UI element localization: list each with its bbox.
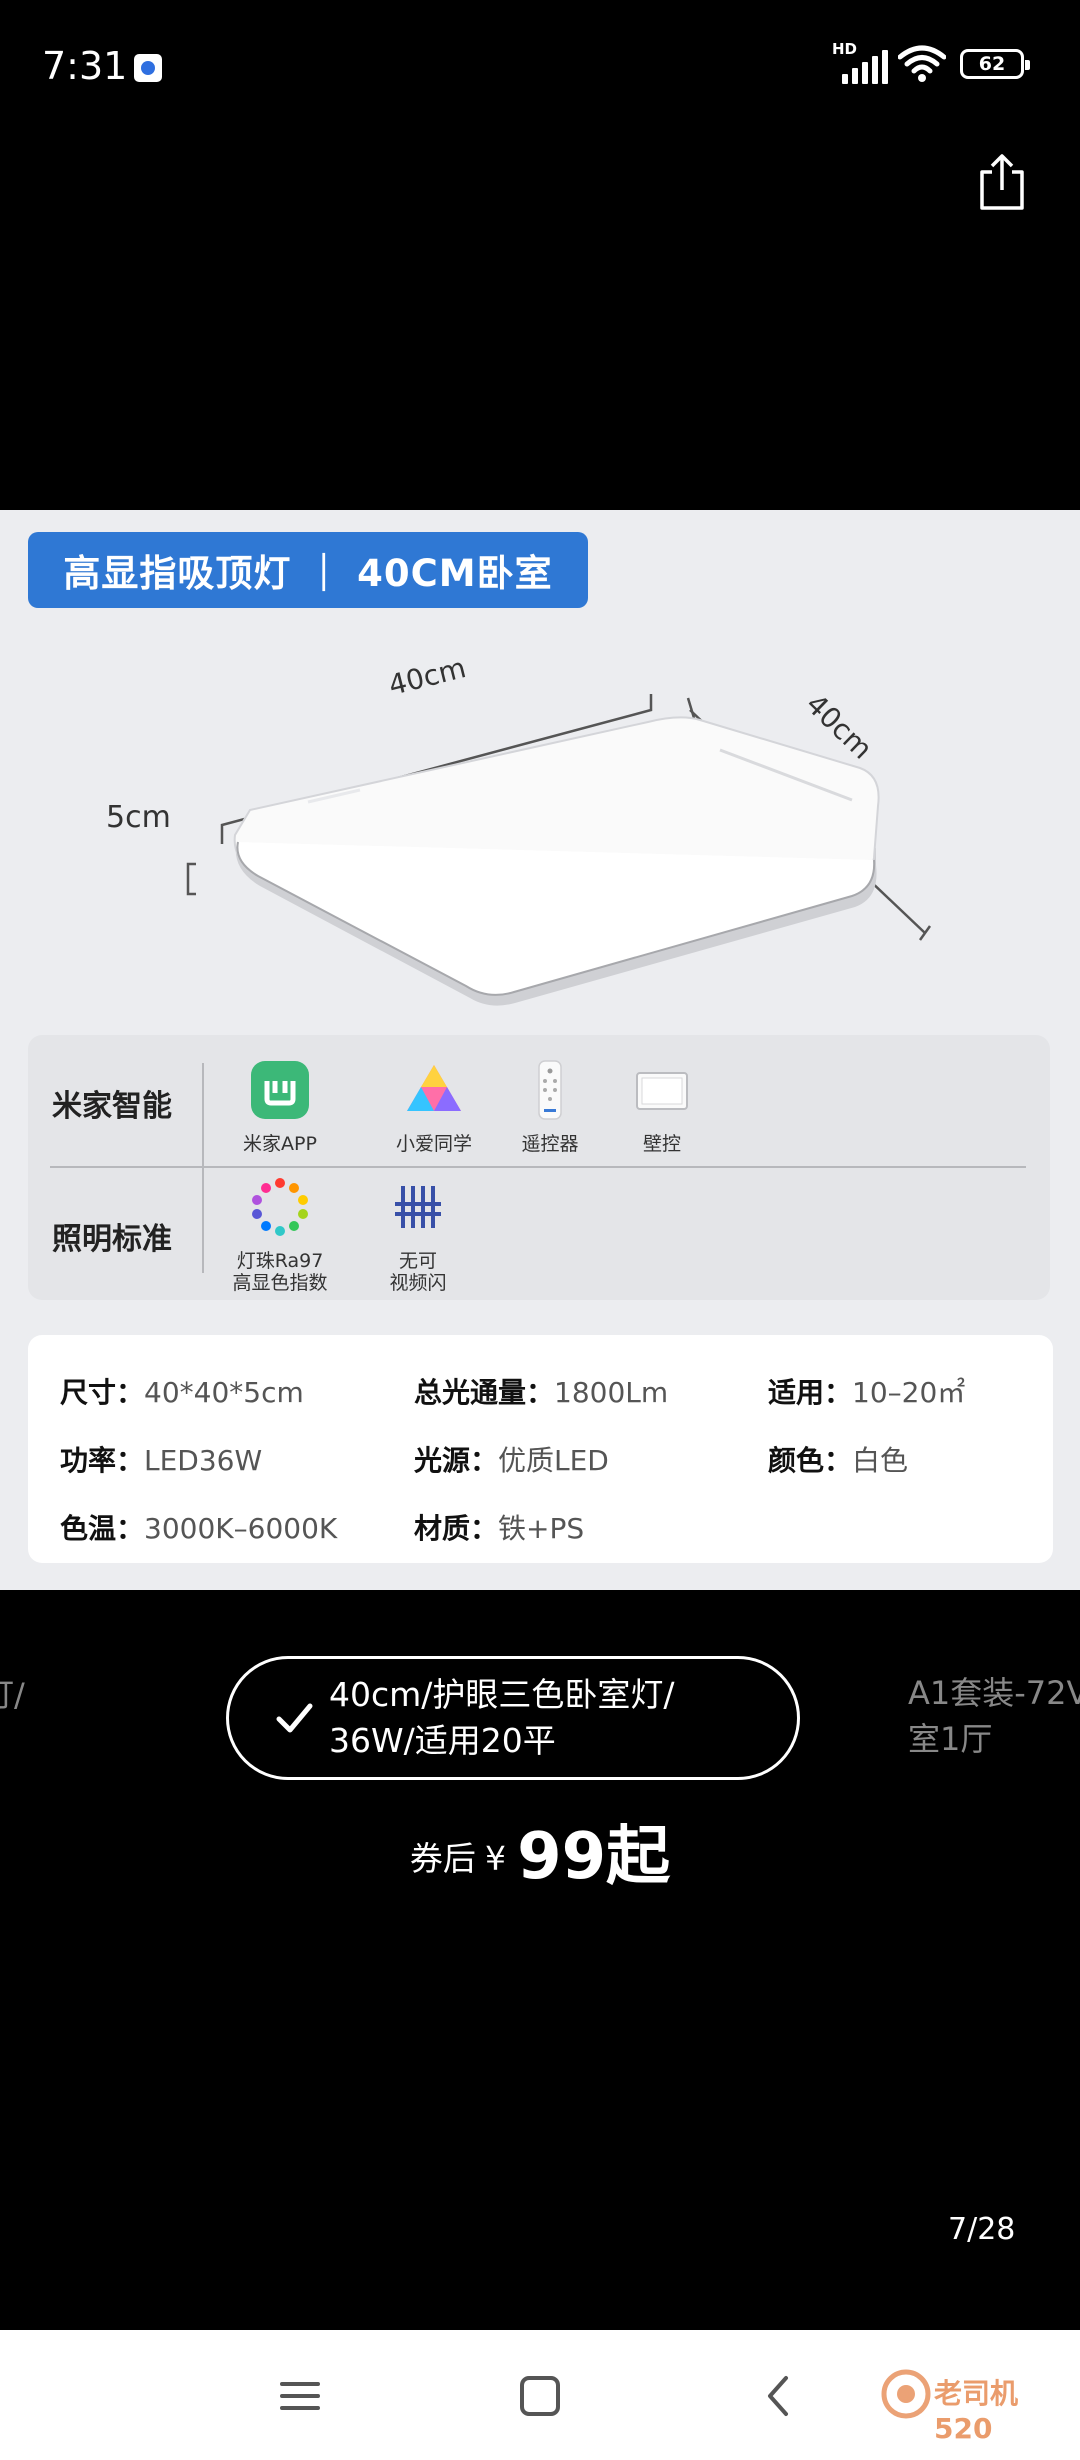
xiaoai-icon [407,1065,461,1111]
remote-control-icon [538,1060,562,1120]
spec-temperature: 色温：3000K–6000K [60,1512,338,1545]
variant-option-previous[interactable]: 灯/ [0,1670,25,1716]
specs-card: 尺寸：40*40*5cm 总光通量：1800Lm 适用：10–20㎡ 功率：LE… [28,1335,1053,1563]
wifi-icon [898,45,946,82]
menu-icon[interactable] [272,2368,328,2424]
feature-ra97: 灯珠Ra97 高显色指数 [220,1176,340,1294]
feature-xiaoai: 小爱同学 [374,1059,494,1155]
feature-wall-switch: 壁控 [602,1059,722,1155]
price-currency: ¥ [484,1839,506,1878]
spec-size: 尺寸：40*40*5cm [60,1376,304,1409]
variant-next-line1: A1套装-72V [908,1674,1080,1712]
variant-label-line1: 40cm/护眼三色卧室灯/ [329,1675,675,1714]
wall-switch-icon [636,1072,688,1110]
feature-remote: 遥控器 [490,1059,610,1155]
title-banner: 高显指吸顶灯 ｜ 40CM卧室 [28,532,588,608]
smart-label: 米家智能 [52,1089,172,1124]
feature-line2: 视频闪 [389,1272,447,1294]
home-icon[interactable] [512,2368,568,2424]
feature-label: 壁控 [642,1133,681,1155]
lighting-row: 照明标准 灯珠Ra97 高显色指数 无可 视频闪 [28,1168,1050,1300]
status-bar: 7:31 HD 62 [0,0,1080,140]
watermark-text: 老司机520 [934,2377,1019,2445]
feature-label: 灯珠Ra97 高显色指数 [220,1250,340,1294]
variant-option-next[interactable]: A1套装-72V 室1厅 [908,1670,1080,1762]
variant-label: 40cm/护眼三色卧室灯/ 36W/适用20平 [329,1672,675,1764]
spec-area: 适用：10–20㎡ [768,1376,966,1409]
feature-line2: 高显色指数 [232,1272,328,1294]
variant-option-selected[interactable]: 40cm/护眼三色卧室灯/ 36W/适用20平 [226,1656,800,1780]
color-ring-icon [252,1178,308,1236]
spec-material: 材质：铁+PS [414,1512,585,1545]
status-time: 7:31 [42,44,128,88]
feature-line1: 无可 [398,1250,437,1272]
price: 券后 ¥ 99起 [0,1805,1080,1897]
mijia-app-icon [251,1061,309,1119]
watermark-logo: 老司机520 [876,2356,1066,2445]
variant-next-line2: 室1厅 [908,1720,993,1758]
price-value: 99起 [517,1820,671,1894]
variant-label-line2: 36W/适用20平 [329,1721,556,1760]
feature-label: 无可 视频闪 [358,1250,478,1294]
feature-label: 遥控器 [521,1133,579,1155]
features-card: 米家智能 米家APP 小爱同学 遥控器 壁控 照明标准 灯珠Ra97 高显色指数… [28,1035,1050,1300]
navigation-bar: 老司机520 [0,2330,1080,2460]
smart-row: 米家智能 米家APP 小爱同学 遥控器 壁控 [28,1035,1050,1167]
app-notification-icon [134,54,162,82]
price-prefix: 券后 [409,1839,476,1878]
spec-lumen: 总光通量：1800Lm [414,1376,669,1409]
spec-color: 颜色：白色 [768,1444,909,1477]
spec-source: 光源：优质LED [414,1444,609,1477]
spec-power: 功率：LED36W [60,1444,263,1477]
product-image[interactable]: 高显指吸顶灯 ｜ 40CM卧室 40cm 40cm 5cm 米家智能 米家APP… [0,510,1080,1590]
battery-level: 62 [978,53,1006,75]
battery-icon: 62 [960,49,1030,79]
feature-line1: 灯珠Ra97 [236,1250,324,1272]
feature-label: 米家APP [243,1133,317,1155]
feature-label: 小爱同学 [395,1133,472,1155]
dim-height-label: 5cm [106,800,171,835]
back-icon[interactable] [752,2368,808,2424]
check-icon [276,1703,313,1733]
lighting-label: 照明标准 [52,1222,172,1257]
signal-icon: HD [832,40,888,84]
feature-mijia-app: 米家APP [220,1059,340,1155]
share-icon[interactable] [974,152,1030,212]
no-flicker-icon [395,1186,441,1228]
page-counter: 7/28 [948,2212,1016,2247]
feature-no-flicker: 无可 视频闪 [358,1176,478,1294]
status-icons: HD 62 [832,40,1030,84]
